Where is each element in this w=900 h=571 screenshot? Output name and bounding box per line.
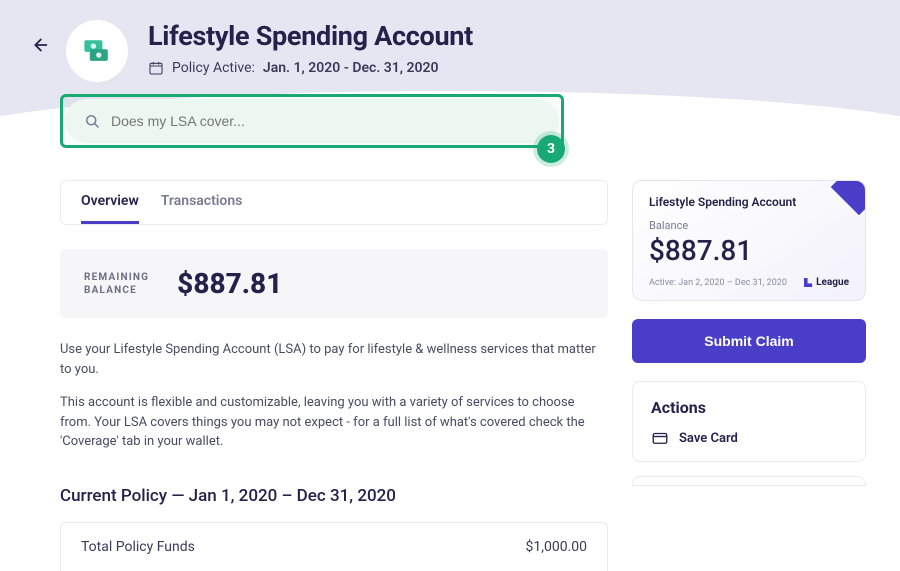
search-highlight-border: 3 (60, 94, 564, 148)
policy-funds-row: Total Policy Funds $1,000.00 (60, 522, 608, 571)
description-p1: Use your Lifestyle Spending Account (LSA… (60, 340, 608, 379)
back-arrow-button[interactable] (28, 34, 50, 56)
search-callout: 3 (60, 94, 564, 148)
search-input[interactable] (111, 113, 541, 129)
actions-panel: Actions Save Card (632, 381, 866, 462)
policy-active-line: Policy Active: Jan. 1, 2020 - Dec. 31, 2… (148, 60, 473, 76)
card-balance-amount: $887.81 (649, 234, 849, 267)
search-field-container[interactable] (65, 99, 559, 143)
current-policy-heading: Current Policy — Jan 1, 2020 – Dec 31, 2… (60, 486, 608, 506)
save-card-label: Save Card (679, 431, 738, 446)
remaining-balance-amount: $887.81 (177, 267, 282, 300)
card-brand: League (804, 277, 849, 288)
search-icon (83, 112, 101, 130)
calendar-icon (148, 60, 164, 76)
account-type-icon (66, 20, 128, 82)
page-title: Lifestyle Spending Account (148, 20, 473, 52)
description-p2: This account is flexible and customizabl… (60, 393, 608, 452)
next-panel-peek (632, 476, 866, 486)
policy-funds-value: $1,000.00 (525, 539, 587, 555)
card-active-range: Active: Jan 2, 2020 – Dec 31, 2020 (649, 278, 787, 288)
step-badge: 3 (537, 135, 565, 163)
card-balance-label: Balance (649, 219, 849, 232)
arrow-left-icon (28, 34, 50, 56)
policy-active-dates: Jan. 1, 2020 - Dec. 31, 2020 (263, 60, 439, 76)
submit-claim-button[interactable]: Submit Claim (632, 319, 866, 363)
card-title: Lifestyle Spending Account (649, 195, 849, 209)
remaining-balance-label: REMAINING BALANCE (84, 271, 149, 297)
actions-title: Actions (651, 398, 847, 417)
tab-overview[interactable]: Overview (81, 193, 139, 224)
account-description: Use your Lifestyle Spending Account (LSA… (60, 340, 608, 452)
remaining-balance-bar: REMAINING BALANCE $887.81 (60, 249, 608, 318)
credit-card-icon (651, 429, 669, 447)
tab-transactions[interactable]: Transactions (161, 193, 243, 224)
policy-active-label: Policy Active: (172, 60, 255, 76)
policy-funds-label: Total Policy Funds (81, 539, 195, 555)
league-logo-icon (804, 278, 813, 287)
cash-stack-icon (79, 33, 115, 69)
balance-card: Lifestyle Spending Account Balance $887.… (632, 180, 866, 301)
save-card-action[interactable]: Save Card (651, 429, 847, 447)
tabs-bar: Overview Transactions (60, 180, 608, 225)
